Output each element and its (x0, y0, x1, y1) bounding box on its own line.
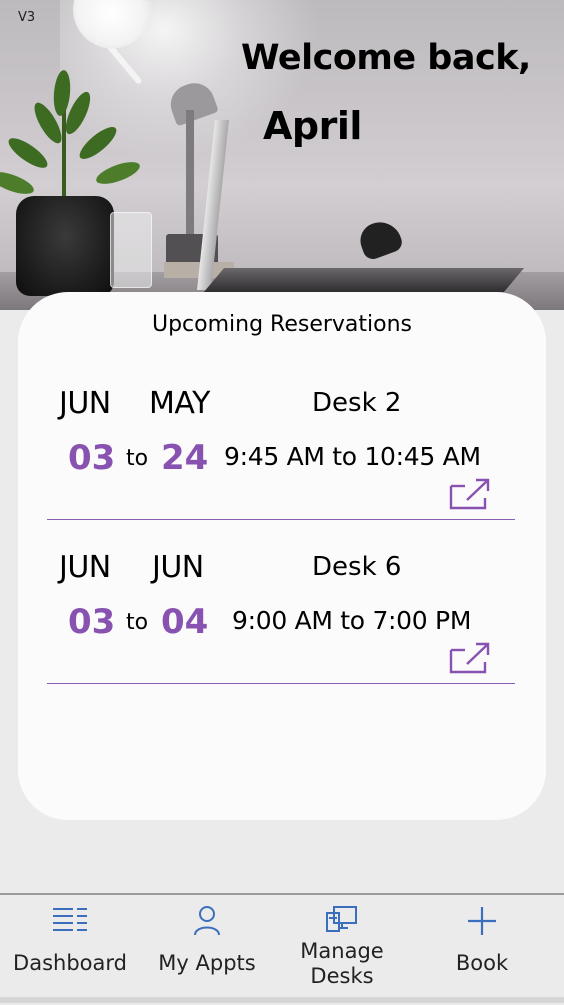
divider (47, 519, 515, 520)
start-day: 03 (68, 438, 116, 478)
end-day: 04 (161, 602, 209, 642)
desk-monitor-icon (325, 905, 359, 939)
desk-name: Desk 6 (312, 552, 402, 582)
computer-mouse (355, 216, 405, 262)
to-label: to (126, 610, 149, 635)
start-month: JUN (59, 550, 111, 585)
nav-label-line2: Desks (310, 964, 374, 988)
nav-item-book[interactable]: Book (415, 895, 549, 1005)
reservation-item: JUN JUN Desk 6 03 to 04 9:00 AM to 7:00 … (18, 550, 546, 714)
time-range: 9:00 AM to 7:00 PM (232, 606, 472, 635)
start-day: 03 (68, 602, 116, 642)
user-name: April (263, 104, 362, 148)
plant-leaf (93, 157, 143, 189)
nav-item-manage-desks[interactable]: Manage Desks (274, 895, 410, 1005)
plant-leaf (0, 167, 37, 199)
nav-item-my-appts[interactable]: My Appts (140, 895, 274, 1005)
laptop-base (203, 268, 525, 292)
bottom-edge (0, 997, 564, 1003)
version-label: V3 (18, 10, 36, 25)
open-external-icon[interactable] (449, 642, 491, 674)
reservations-card: Upcoming Reservations JUN MAY Desk 2 03 … (18, 292, 546, 820)
time-range: 9:45 AM to 10:45 AM (224, 442, 481, 471)
nav-label: Book (455, 951, 509, 975)
plus-icon (466, 905, 498, 941)
open-external-icon[interactable] (449, 478, 491, 510)
end-month: JUN (152, 550, 204, 585)
to-label: to (126, 446, 149, 471)
desk-name: Desk 2 (312, 388, 402, 418)
glass-jar (110, 212, 152, 288)
welcome-text: Welcome back, (241, 38, 531, 78)
plant-pot (16, 196, 114, 296)
nav-label: My Appts (158, 951, 256, 975)
person-icon (192, 905, 222, 941)
nav-label: Dashboard (13, 951, 127, 975)
start-month: JUN (59, 386, 111, 421)
end-month: MAY (149, 386, 210, 421)
divider (47, 683, 515, 684)
nav-label-line1: Manage (300, 939, 384, 963)
bottom-nav: Dashboard My Appts Manage Desks Book (0, 893, 564, 1005)
reservation-item: JUN MAY Desk 2 03 to 24 9:45 AM to 10:45… (18, 386, 546, 550)
end-day: 24 (161, 438, 209, 478)
plant-leaf (4, 133, 52, 173)
card-title: Upcoming Reservations (151, 312, 413, 337)
list-icon (51, 905, 89, 939)
nav-item-dashboard[interactable]: Dashboard (0, 895, 140, 1005)
